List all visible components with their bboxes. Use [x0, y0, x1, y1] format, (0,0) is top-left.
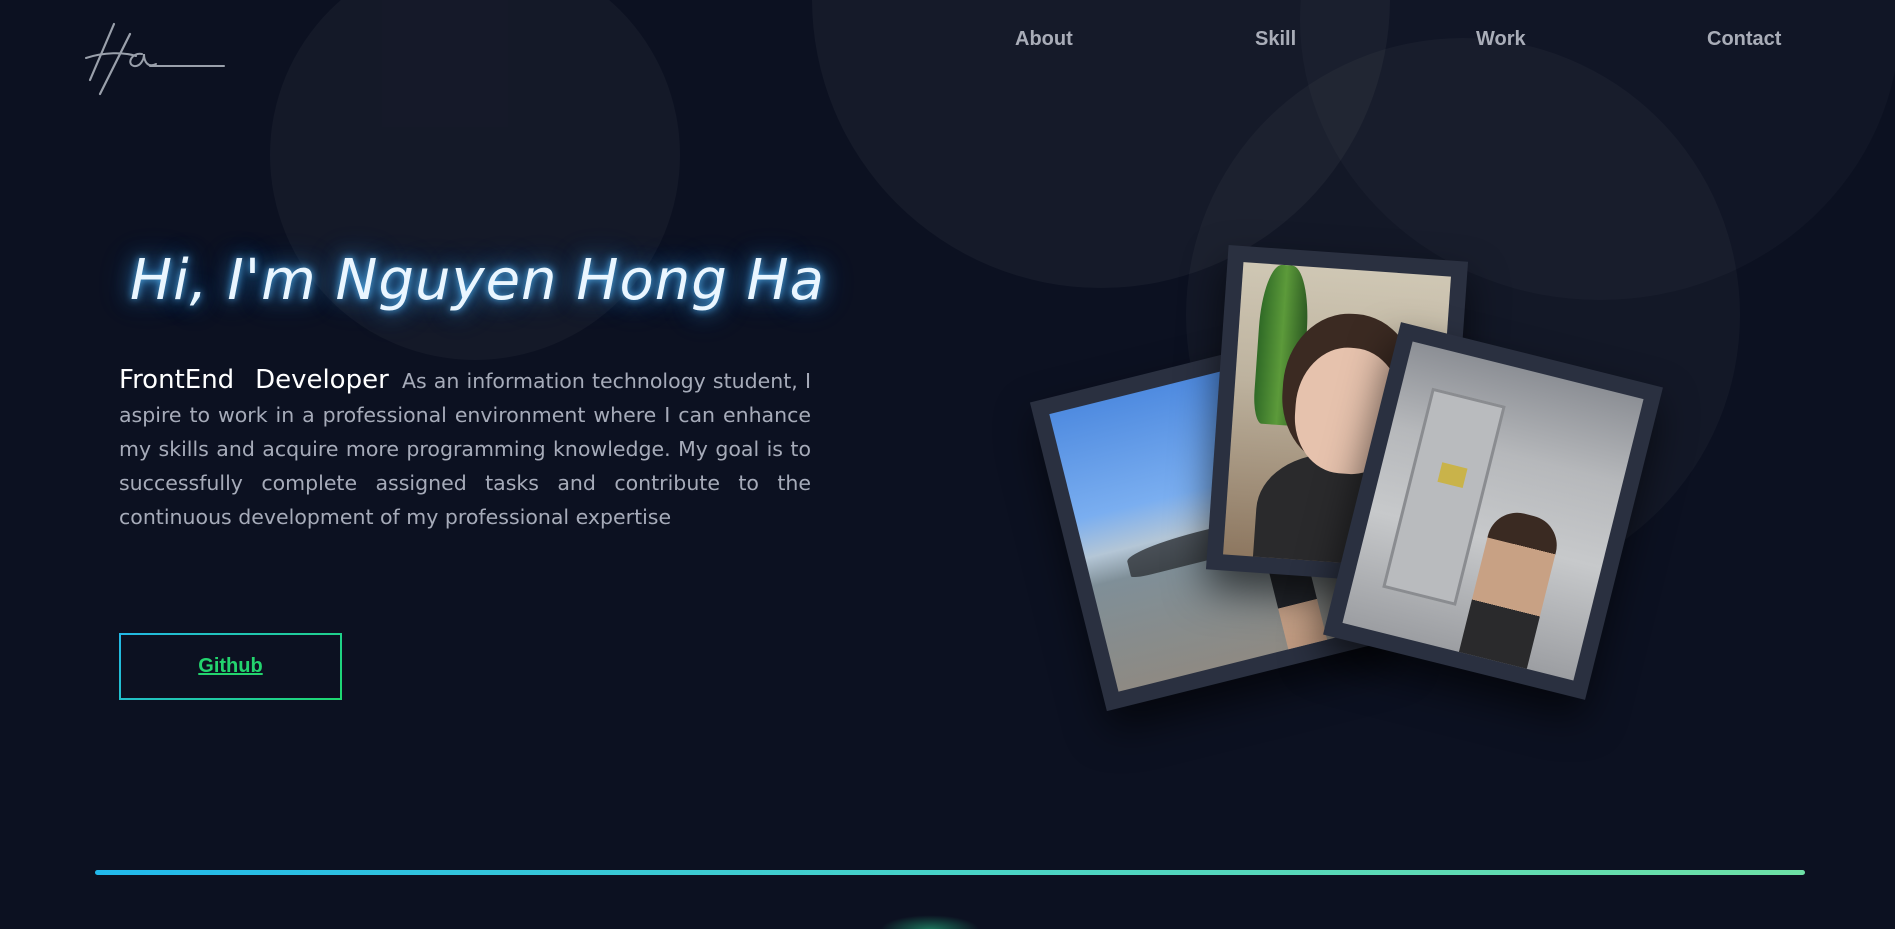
intro-paragraph: FrontEnd Developer As an information tec…	[119, 363, 811, 534]
nav-item-skill[interactable]: Skill	[1255, 28, 1296, 51]
nav-item-work[interactable]: Work	[1476, 28, 1526, 51]
bottom-glow	[880, 915, 980, 929]
mirror-selfie-image	[1342, 341, 1644, 681]
github-button[interactable]: Github	[119, 633, 342, 700]
nav-item-about[interactable]: About	[1015, 28, 1073, 51]
nav-item-contact[interactable]: Contact	[1707, 28, 1781, 51]
role-title: FrontEnd Developer	[119, 365, 389, 395]
main-nav: About Skill Work Contact	[0, 28, 1895, 52]
hero-title: Hi, I'm Nguyen Hong Ha	[130, 248, 825, 313]
section-divider	[95, 870, 1805, 875]
github-button-label: Github	[198, 655, 263, 677]
portfolio-page: About Skill Work Contact Hi, I'm Nguyen …	[0, 0, 1895, 929]
